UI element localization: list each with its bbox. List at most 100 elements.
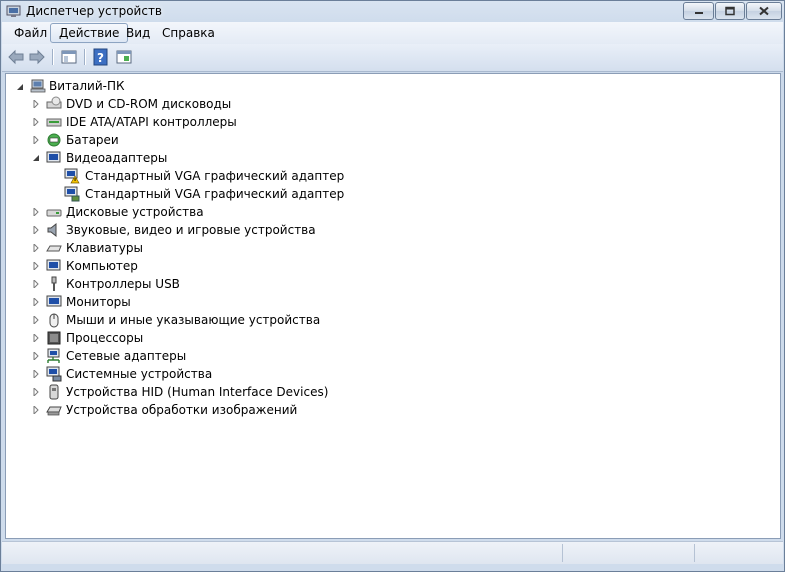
tree-item-ide-controllers[interactable]: IDE ATA/ATAPI контроллеры: [32, 113, 432, 131]
tree-item-label: Батареи: [66, 133, 119, 147]
tree-item-label: Процессоры: [66, 331, 144, 345]
display-adapter-warning-icon: [64, 168, 80, 184]
menu-help[interactable]: Справка: [154, 23, 223, 43]
tree-item-label: IDE ATA/ATAPI контроллеры: [66, 115, 237, 129]
computer-icon: [46, 259, 61, 271]
show-hide-console-tree-icon[interactable]: [60, 48, 78, 66]
tree-item-mice[interactable]: Мыши и иные указывающие устройства: [32, 311, 432, 329]
tree-item-vga-adapter[interactable]: Стандартный VGA графический адаптер: [62, 185, 462, 203]
expand-arrow-icon[interactable]: [32, 352, 40, 360]
expand-arrow-icon[interactable]: [32, 244, 40, 252]
tree-item-batteries[interactable]: Батареи: [32, 131, 432, 149]
tree-item-disk-drives[interactable]: Дисковые устройства: [32, 203, 432, 221]
disk-drive-icon: [46, 209, 62, 217]
keyboard-icon: [46, 245, 62, 252]
device-tree[interactable]: Виталий-ПК DVD и CD-ROM дисководы IDE AT…: [5, 73, 781, 539]
expand-arrow-icon[interactable]: [32, 262, 40, 270]
collapse-arrow-icon[interactable]: [32, 154, 40, 162]
expand-arrow-icon[interactable]: [32, 298, 40, 306]
speaker-icon: [47, 222, 57, 238]
expand-arrow-icon[interactable]: [32, 406, 40, 414]
expand-arrow-icon[interactable]: [32, 388, 40, 396]
network-adapter-icon: [47, 348, 60, 363]
expand-arrow-icon[interactable]: [32, 316, 40, 324]
tree-item-label: Сетевые адаптеры: [66, 349, 187, 363]
tree-item-label: Дисковые устройства: [66, 205, 204, 219]
menu-file[interactable]: Файл: [6, 23, 55, 43]
window-title: Диспетчер устройств: [26, 4, 163, 18]
status-pane: [694, 544, 783, 562]
mouse-icon: [49, 313, 59, 328]
svg-text:?: ?: [97, 51, 104, 65]
tree-item-label: Стандартный VGA графический адаптер: [85, 169, 345, 183]
toolbar: ?: [2, 44, 783, 72]
expand-arrow-icon[interactable]: [32, 334, 40, 342]
help-icon[interactable]: ?: [92, 48, 110, 66]
properties-icon[interactable]: [115, 48, 133, 66]
tree-item-keyboards[interactable]: Клавиатуры: [32, 239, 432, 257]
device-manager-window: Диспетчер устройств Файл Действие Вид Сп…: [0, 0, 785, 572]
usb-icon: [51, 276, 57, 291]
tree-item-label: Устройства обработки изображений: [66, 403, 298, 417]
tree-item-computer[interactable]: Компьютер: [32, 257, 432, 275]
tree-item-label: Контроллеры USB: [66, 277, 180, 291]
monitor-icon: [46, 295, 62, 307]
tree-root-label: Виталий-ПК: [49, 79, 125, 93]
tree-item-dvd-drives[interactable]: DVD и CD-ROM дисководы: [32, 95, 432, 113]
display-adapter-icon: [46, 151, 61, 163]
menu-view[interactable]: Вид: [118, 23, 158, 43]
expand-arrow-icon[interactable]: [32, 280, 40, 288]
tree-item-label: Мониторы: [66, 295, 131, 309]
tree-item-system-devices[interactable]: Системные устройства: [32, 365, 432, 383]
expand-arrow-icon[interactable]: [32, 370, 40, 378]
maximize-button[interactable]: [715, 2, 745, 20]
minimize-icon: [694, 12, 703, 14]
tree-item-imaging-devices[interactable]: Устройства обработки изображений: [32, 401, 432, 419]
close-icon: [759, 6, 769, 16]
tree-item-processors[interactable]: Процессоры: [32, 329, 432, 347]
tree-item-label: Видеоадаптеры: [66, 151, 168, 165]
tree-item-label: DVD и CD-ROM дисководы: [66, 97, 232, 111]
close-button[interactable]: [746, 2, 782, 20]
forward-arrow-icon[interactable]: [28, 48, 46, 66]
tree-item-label: Мыши и иные указывающие устройства: [66, 313, 321, 327]
tree-item-label: Компьютер: [66, 259, 138, 273]
tree-item-label: Стандартный VGA графический адаптер: [85, 187, 345, 201]
status-pane: [562, 544, 693, 562]
tree-root-computer[interactable]: Виталий-ПК: [12, 77, 312, 95]
system-devices-icon: [46, 366, 62, 382]
expand-arrow-icon[interactable]: [32, 226, 40, 234]
expand-arrow-icon[interactable]: [32, 208, 40, 216]
minimize-button[interactable]: [683, 2, 714, 20]
back-arrow-icon[interactable]: [7, 48, 25, 66]
tree-item-label: Звуковые, видео и игровые устройства: [66, 223, 316, 237]
expand-arrow-icon[interactable]: [32, 136, 40, 144]
tree-item-vga-adapter-warning[interactable]: Стандартный VGA графический адаптер: [62, 167, 462, 185]
maximize-icon: [725, 6, 735, 16]
tree-item-label: Системные устройства: [66, 367, 213, 381]
ide-controller-icon: [46, 118, 62, 127]
device-manager-icon: [6, 5, 21, 17]
hid-icon: [49, 384, 59, 400]
tree-item-network-adapters[interactable]: Сетевые адаптеры: [32, 347, 432, 365]
tree-item-label: Устройства HID (Human Interface Devices): [66, 385, 329, 399]
collapse-arrow-icon[interactable]: [16, 83, 24, 91]
expand-arrow-icon[interactable]: [32, 118, 40, 126]
tree-item-display-adapters[interactable]: Видеоадаптеры: [32, 149, 432, 167]
tree-item-label: Клавиатуры: [66, 241, 143, 255]
tree-item-usb-controllers[interactable]: Контроллеры USB: [32, 275, 432, 293]
menu-action[interactable]: Действие: [50, 23, 129, 43]
expand-arrow-icon[interactable]: [32, 100, 40, 108]
toolbar-separator: [52, 49, 54, 65]
status-bar: [2, 541, 783, 564]
imaging-device-icon: [46, 406, 62, 416]
title-bar: Диспетчер устройств: [1, 1, 784, 22]
computer-icon: [30, 79, 46, 93]
tree-item-sound-devices[interactable]: Звуковые, видео и игровые устройства: [32, 221, 432, 239]
display-adapter-icon: [64, 186, 80, 202]
tree-item-hid-devices[interactable]: Устройства HID (Human Interface Devices): [32, 383, 432, 401]
battery-icon: [47, 133, 61, 147]
menu-bar: Файл Действие Вид Справка: [2, 22, 783, 44]
toolbar-separator: [84, 49, 86, 65]
tree-item-monitors[interactable]: Мониторы: [32, 293, 432, 311]
